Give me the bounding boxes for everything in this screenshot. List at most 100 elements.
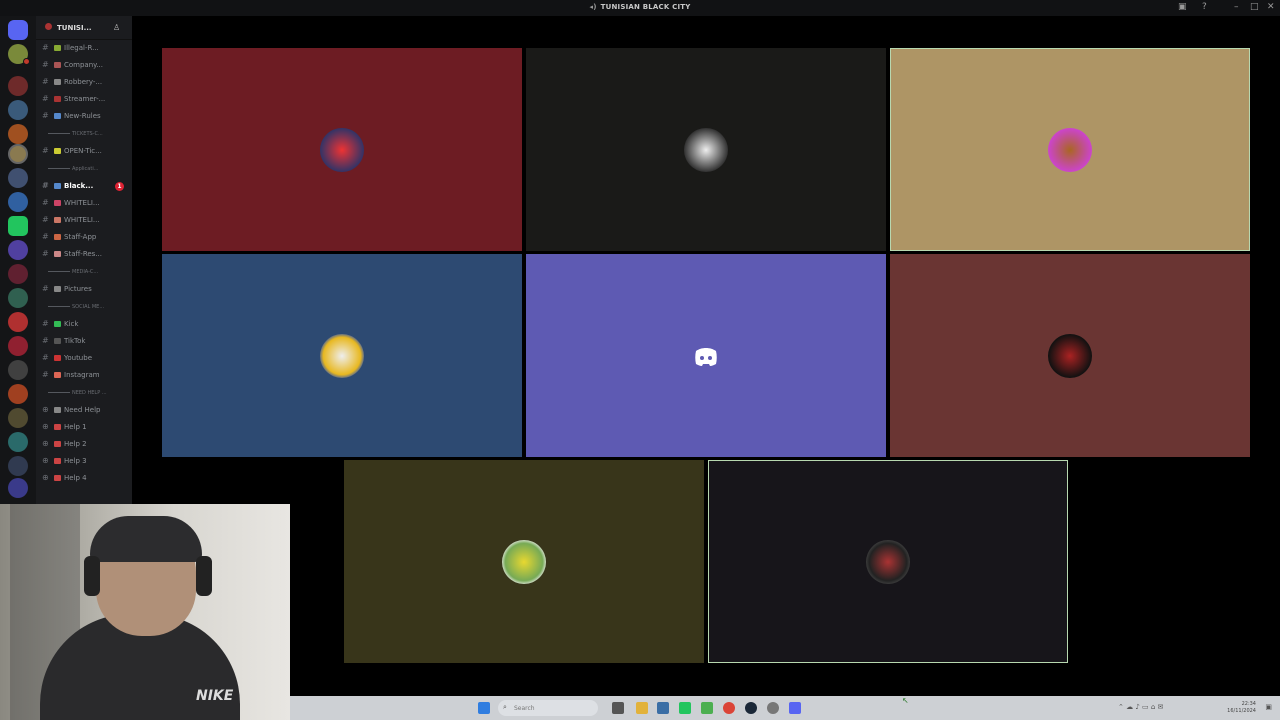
text-channel[interactable]: # Company... xyxy=(42,60,130,74)
text-channel[interactable]: # WHITELI... xyxy=(42,215,130,229)
text-channel[interactable]: # Illegal-R... xyxy=(42,43,130,57)
hash-icon: # xyxy=(42,43,49,52)
help-icon[interactable]: ? xyxy=(1202,2,1207,12)
text-channel[interactable]: # Youtube xyxy=(42,353,130,367)
voice-channel[interactable]: ⊕ Need Help xyxy=(42,405,130,419)
server-icon[interactable] xyxy=(8,264,28,284)
participant-tile[interactable] xyxy=(890,254,1250,457)
text-channel[interactable]: # Black... 1 xyxy=(42,181,130,195)
whatsapp-icon[interactable] xyxy=(701,702,713,714)
channel-category[interactable]: NEED HELP ... xyxy=(48,390,128,396)
participant-tile[interactable] xyxy=(890,48,1250,251)
windows-start-icon[interactable] xyxy=(478,702,490,714)
server-icon[interactable] xyxy=(8,456,28,476)
participant-tile[interactable] xyxy=(162,48,522,251)
minimize-button[interactable]: – xyxy=(1234,2,1239,12)
channel-category[interactable]: SOCIAL ME... xyxy=(48,304,128,310)
text-channel[interactable]: # Instagram xyxy=(42,370,130,384)
speaker-icon: ◂) xyxy=(589,3,597,11)
task-view-icon[interactable] xyxy=(612,702,624,714)
taskbar-clock[interactable]: 22:34 16/11/2024 xyxy=(1227,701,1256,715)
notification-icon[interactable]: ▣ xyxy=(1265,703,1272,711)
chrome-icon[interactable] xyxy=(723,702,735,714)
channel-category[interactable]: TICKETS-C... xyxy=(48,131,128,137)
server-icon[interactable] xyxy=(8,124,28,144)
server-icon[interactable] xyxy=(8,168,28,188)
channel-label: Help 3 xyxy=(64,457,87,465)
participant-tile[interactable] xyxy=(526,254,886,457)
hash-icon: # xyxy=(42,232,49,241)
text-channel[interactable]: # TikTok xyxy=(42,336,130,350)
maximize-button[interactable]: □ xyxy=(1250,2,1259,12)
channel-category[interactable]: MEDIA-C... xyxy=(48,269,128,275)
channel-label: Black... xyxy=(64,182,94,190)
channel-category[interactable]: Applicati... xyxy=(48,166,128,172)
channel-emoji-icon xyxy=(54,286,61,292)
kick-server-icon[interactable] xyxy=(8,216,28,236)
server-icon[interactable] xyxy=(8,192,28,212)
file-explorer-icon[interactable] xyxy=(636,702,648,714)
channel-emoji-icon xyxy=(54,355,61,361)
hash-icon: # xyxy=(42,198,49,207)
server-icon[interactable] xyxy=(8,144,28,164)
voice-channel[interactable]: ⊕ Help 4 xyxy=(42,473,130,487)
channel-emoji-icon xyxy=(54,424,61,430)
hash-icon: # xyxy=(42,336,49,345)
server-header[interactable]: TUNISI... ♙ xyxy=(36,16,132,40)
participant-tile[interactable] xyxy=(708,460,1068,663)
participant-tile[interactable] xyxy=(162,254,522,457)
text-channel[interactable]: # Streamer-... xyxy=(42,94,130,108)
channel-emoji-icon xyxy=(54,475,61,481)
voice-channel[interactable]: ⊕ Help 2 xyxy=(42,439,130,453)
close-button[interactable]: ✕ xyxy=(1267,2,1275,12)
server-icon[interactable] xyxy=(8,288,28,308)
text-channel[interactable]: # Robbery-... xyxy=(42,77,130,91)
server-icon[interactable] xyxy=(8,240,28,260)
taskbar-search[interactable]: Search xyxy=(498,700,598,716)
channel-emoji-icon xyxy=(54,183,61,189)
hash-icon: # xyxy=(42,94,49,103)
nike-logo: NIKE xyxy=(196,688,234,704)
kick-app-icon[interactable] xyxy=(679,702,691,714)
server-icon[interactable] xyxy=(8,360,28,380)
server-icon[interactable] xyxy=(8,336,28,356)
channel-emoji-icon xyxy=(54,217,61,223)
participant-tile[interactable] xyxy=(344,460,704,663)
app-icon[interactable] xyxy=(657,702,669,714)
server-icon[interactable] xyxy=(8,100,28,120)
voice-channel[interactable]: ⊕ Help 3 xyxy=(42,456,130,470)
hash-icon: # xyxy=(42,319,49,328)
hash-icon: # xyxy=(42,111,49,120)
channel-emoji-icon xyxy=(54,458,61,464)
channel-emoji-icon xyxy=(54,96,61,102)
text-channel[interactable]: # Kick xyxy=(42,319,130,333)
server-icon[interactable] xyxy=(8,384,28,404)
channel-label: Robbery-... xyxy=(64,78,103,86)
server-icon[interactable] xyxy=(8,312,28,332)
server-icon[interactable] xyxy=(8,76,28,96)
inbox-icon[interactable]: ▣ xyxy=(1178,2,1187,12)
hash-icon: # xyxy=(42,353,49,362)
discord-taskbar-icon[interactable] xyxy=(789,702,801,714)
participant-tile[interactable] xyxy=(526,48,886,251)
server-icon[interactable] xyxy=(8,432,28,452)
text-channel[interactable]: # Staff-Res... xyxy=(42,249,130,263)
text-channel[interactable]: # WHITELI... xyxy=(42,198,130,212)
bell-icon[interactable]: ♙ xyxy=(113,23,120,32)
voice-channel[interactable]: ⊕ Help 1 xyxy=(42,422,130,436)
discord-home-icon[interactable] xyxy=(8,20,28,40)
text-channel[interactable]: # Staff-App xyxy=(42,232,130,246)
server-icon[interactable] xyxy=(8,478,28,498)
settings-icon[interactable] xyxy=(767,702,779,714)
steam-icon[interactable] xyxy=(745,702,757,714)
channel-label: Company... xyxy=(64,61,103,69)
text-channel[interactable]: # OPEN-Tic... xyxy=(42,146,130,160)
text-channel[interactable]: # New-Rules xyxy=(42,111,130,125)
mask-avatar xyxy=(684,128,728,172)
server-icon[interactable] xyxy=(8,408,28,428)
channel-emoji-icon xyxy=(54,62,61,68)
yellow-face-avatar xyxy=(502,540,546,584)
channel-emoji-icon xyxy=(54,251,61,257)
tray-icons[interactable]: ⌃ ☁ ♪ ▭ ⌂ ✉ xyxy=(1118,703,1163,711)
text-channel[interactable]: # Pictures xyxy=(42,284,130,298)
